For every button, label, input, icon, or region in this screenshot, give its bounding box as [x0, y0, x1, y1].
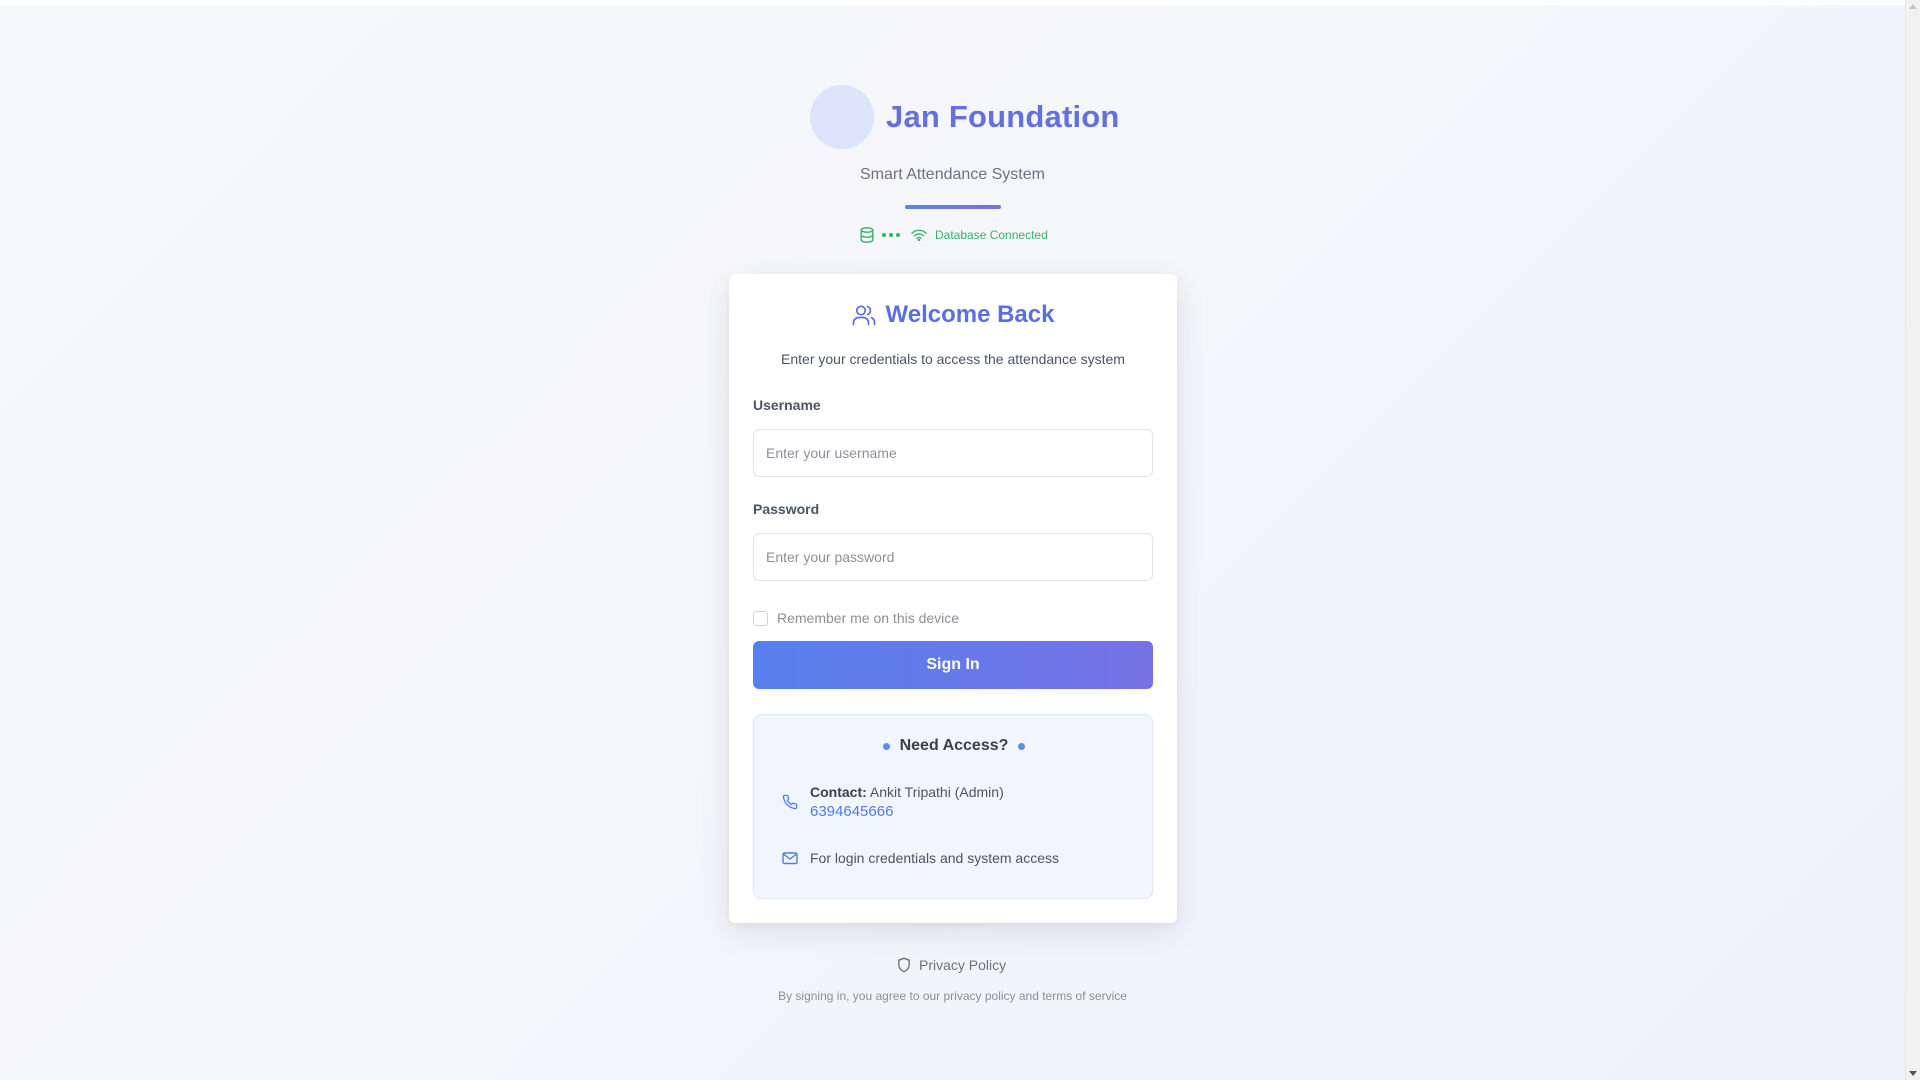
terms-notice: By signing in, you agree to our privacy …	[778, 989, 1127, 1003]
need-access-header: Need Access?	[754, 736, 1154, 756]
top-edge	[0, 0, 1920, 5]
remember-label: Remember me on this device	[777, 610, 960, 626]
scroll-up-icon[interactable]	[1909, 4, 1917, 9]
password-label: Password	[753, 501, 820, 517]
need-access-title: Need Access?	[899, 737, 1009, 754]
shield-icon	[897, 957, 911, 973]
card-description: Enter your credentials to access the att…	[781, 351, 1125, 367]
database-icon	[860, 227, 874, 243]
bullet-left	[882, 742, 890, 750]
card-header: Welcome Back	[729, 298, 1177, 332]
brand-header: Jan Foundation	[810, 85, 1120, 149]
brand-subtitle: Smart Attendance System	[860, 166, 1045, 183]
scroll-down-icon[interactable]	[1909, 1071, 1917, 1076]
brand-title: Jan Foundation	[886, 99, 1120, 134]
mail-row: For login credentials and system access	[782, 850, 1059, 866]
connection-dots	[882, 233, 903, 237]
need-access-panel: Need Access? Contact: Ankit Tripathi (Ad…	[753, 714, 1153, 899]
privacy-policy-label: Privacy Policy	[919, 957, 1007, 973]
login-card: Welcome Back Enter your credentials to a…	[729, 274, 1177, 923]
mail-icon	[782, 851, 798, 865]
phone-icon	[782, 794, 798, 810]
contact-name: Ankit Tripathi (Admin)	[869, 784, 1004, 800]
database-status-text: Database Connected	[935, 228, 1048, 242]
sign-in-button[interactable]: Sign In	[753, 641, 1153, 689]
contact-info: Contact: Ankit Tripathi (Admin) 63946456…	[810, 783, 1004, 821]
bullet-right	[1018, 742, 1026, 750]
contact-label: Contact:	[810, 784, 867, 800]
logo-circle	[810, 85, 874, 149]
remember-checkbox[interactable]	[753, 610, 768, 626]
remember-me[interactable]: Remember me on this device	[753, 610, 959, 626]
database-status: Database Connected	[860, 226, 1048, 244]
contact-phone-link[interactable]: 6394645666	[810, 802, 1004, 821]
wifi-icon	[911, 229, 927, 241]
username-label: Username	[753, 397, 821, 413]
card-title: Welcome Back	[885, 301, 1055, 328]
vertical-scrollbar[interactable]	[1905, 0, 1920, 1080]
mail-text: For login credentials and system access	[810, 850, 1059, 866]
contact-row: Contact: Ankit Tripathi (Admin) 63946456…	[782, 783, 1004, 821]
users-icon	[852, 304, 876, 326]
password-input[interactable]	[753, 533, 1153, 581]
accent-divider	[905, 205, 1001, 209]
privacy-policy-link[interactable]: Privacy Policy	[897, 955, 1006, 975]
username-input[interactable]	[753, 429, 1153, 477]
